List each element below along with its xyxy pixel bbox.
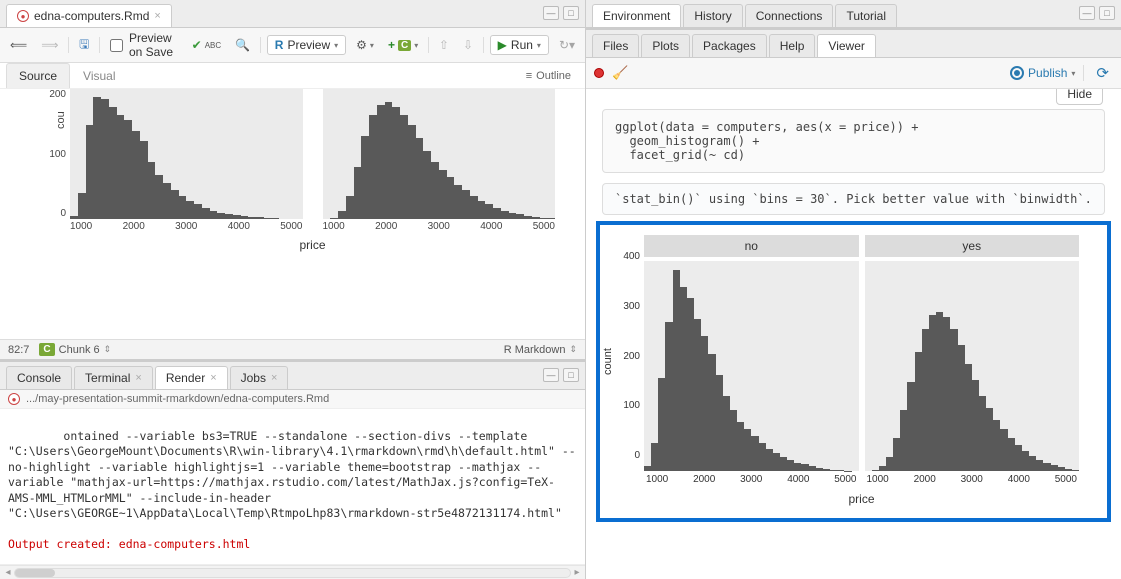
rmd-file-icon: ●: [17, 10, 29, 22]
minimize-pane-button[interactable]: —: [543, 368, 559, 382]
minimize-pane-button[interactable]: —: [543, 6, 559, 20]
viewer-tabbar: Files Plots Packages Help Viewer: [586, 30, 1121, 58]
source-tab-label: edna-computers.Rmd: [34, 9, 149, 23]
chevron-down-icon: ▾: [334, 41, 338, 50]
facet-strip-no: no: [644, 235, 859, 257]
environment-tabbar: Environment History Connections Tutorial…: [586, 0, 1121, 28]
updown-icon: ⇕: [569, 344, 577, 355]
viewer-plot: count 4003002001000 no yes 1000200030004…: [596, 221, 1111, 522]
render-path-line: ● .../may-presentation-summit-rmarkdown/…: [0, 390, 585, 409]
preview-on-save-toggle[interactable]: Preview on Save: [106, 31, 182, 59]
viewer-facet-yes: [865, 261, 1080, 471]
scroll-left-arrow[interactable]: ◂: [2, 567, 14, 578]
scroll-right-arrow[interactable]: ▸: [571, 567, 583, 578]
close-icon[interactable]: ×: [210, 372, 216, 384]
save-button[interactable]: 🖫: [75, 33, 93, 58]
render-file-path: .../may-presentation-summit-rmarkdown/ed…: [26, 393, 329, 405]
facet-strip-yes: yes: [865, 235, 1080, 257]
cursor-position: 82:7: [8, 344, 29, 356]
spellcheck-button[interactable]: ✔ABC: [188, 36, 226, 54]
viewer-plot-ylabel: count: [602, 348, 614, 375]
source-mode-visual[interactable]: Visual: [70, 63, 128, 88]
tab-console[interactable]: Console: [6, 366, 72, 389]
tab-packages[interactable]: Packages: [692, 34, 767, 57]
editor-facet-left: [70, 89, 303, 219]
source-mode-source[interactable]: Source: [6, 63, 70, 88]
viewer-plot-xlabel: price: [644, 488, 1079, 508]
tab-render[interactable]: Render×: [155, 366, 228, 389]
tab-help[interactable]: Help: [769, 34, 816, 57]
tab-jobs[interactable]: Jobs×: [230, 366, 289, 389]
run-icon: ▶: [498, 38, 507, 52]
close-icon[interactable]: ×: [154, 10, 160, 22]
maximize-pane-button[interactable]: □: [563, 6, 579, 20]
outline-toggle[interactable]: ≡ Outline: [518, 66, 579, 86]
knit-options-button[interactable]: ⚙▾: [352, 36, 378, 54]
hide-button[interactable]: Hide: [1056, 89, 1103, 105]
tab-tutorial[interactable]: Tutorial: [835, 4, 897, 27]
insert-chunk-button[interactable]: +C▾: [384, 36, 422, 54]
tab-viewer[interactable]: Viewer: [817, 34, 875, 57]
tab-plots[interactable]: Plots: [641, 34, 690, 57]
render-output[interactable]: ontained --variable bs3=TRUE --standalon…: [0, 409, 585, 565]
editor-plot-xlabel: price: [70, 234, 555, 254]
chevron-down-icon: ▾: [1071, 69, 1075, 78]
tab-history[interactable]: History: [683, 4, 742, 27]
viewer-message: `stat_bin()` using `bins = 30`. Pick bet…: [602, 183, 1105, 215]
publish-icon: [1010, 66, 1024, 80]
back-button[interactable]: ⟸: [6, 36, 31, 54]
publish-button[interactable]: Publish ▾: [1010, 66, 1075, 80]
preview-icon: R: [275, 38, 284, 52]
chevron-down-icon: ▾: [537, 41, 541, 50]
preview-on-save-checkbox[interactable]: [110, 39, 123, 52]
source-mode-tabs: Source Visual ≡ Outline: [0, 63, 585, 89]
viewer-toolbar: 🧹 Publish ▾ ⟳: [586, 58, 1121, 89]
run-button[interactable]: ▶ Run ▾: [490, 35, 549, 55]
stop-icon[interactable]: [594, 68, 604, 78]
editor-facet-right: [323, 89, 556, 219]
editor-body[interactable]: cou 2001000 10002000300040005000 1000200…: [0, 89, 585, 339]
tab-connections[interactable]: Connections: [745, 4, 834, 27]
source-file-tab[interactable]: ● edna-computers.Rmd ×: [6, 4, 172, 27]
maximize-pane-button[interactable]: □: [1099, 6, 1115, 20]
maximize-pane-button[interactable]: □: [563, 368, 579, 382]
preview-button[interactable]: R Preview ▾: [267, 35, 346, 55]
source-statusbar: 82:7 C Chunk 6 ⇕ R Markdown ⇕: [0, 339, 585, 359]
doc-mode-selector[interactable]: R Markdown ⇕: [504, 344, 577, 356]
refresh-button[interactable]: ⟳: [1092, 62, 1113, 84]
source-tabbar: ● edna-computers.Rmd × — □: [0, 0, 585, 28]
chunk-selector[interactable]: C Chunk 6 ⇕: [39, 343, 111, 356]
console-tabbar: Console Terminal× Render× Jobs× — □: [0, 362, 585, 390]
clear-icon[interactable]: 🧹: [612, 65, 628, 81]
tab-files[interactable]: Files: [592, 34, 639, 57]
tab-environment[interactable]: Environment: [592, 4, 681, 27]
restart-button[interactable]: ↻▾: [555, 36, 579, 54]
viewer-facet-no: [644, 261, 859, 471]
updown-icon: ⇕: [104, 344, 112, 355]
go-down-button[interactable]: ⇩: [459, 36, 477, 54]
rmd-file-icon: ●: [8, 393, 20, 405]
close-icon[interactable]: ×: [271, 372, 277, 384]
find-button[interactable]: 🔍: [231, 36, 254, 54]
console-hscrollbar[interactable]: ◂ ▸: [0, 565, 585, 579]
source-toolbar: ⟸ ⟹ 🖫 Preview on Save ✔ABC 🔍 R Preview ▾…: [0, 28, 585, 63]
tab-terminal[interactable]: Terminal×: [74, 366, 153, 389]
minimize-pane-button[interactable]: —: [1079, 6, 1095, 20]
outline-icon: ≡: [526, 70, 532, 82]
close-icon[interactable]: ×: [135, 372, 141, 384]
go-up-button[interactable]: ⇧: [435, 36, 453, 54]
viewer-body[interactable]: Hide ggplot(data = computers, aes(x = pr…: [586, 89, 1121, 579]
forward-button[interactable]: ⟹: [37, 36, 62, 54]
viewer-code-block: ggplot(data = computers, aes(x = price))…: [602, 109, 1105, 173]
